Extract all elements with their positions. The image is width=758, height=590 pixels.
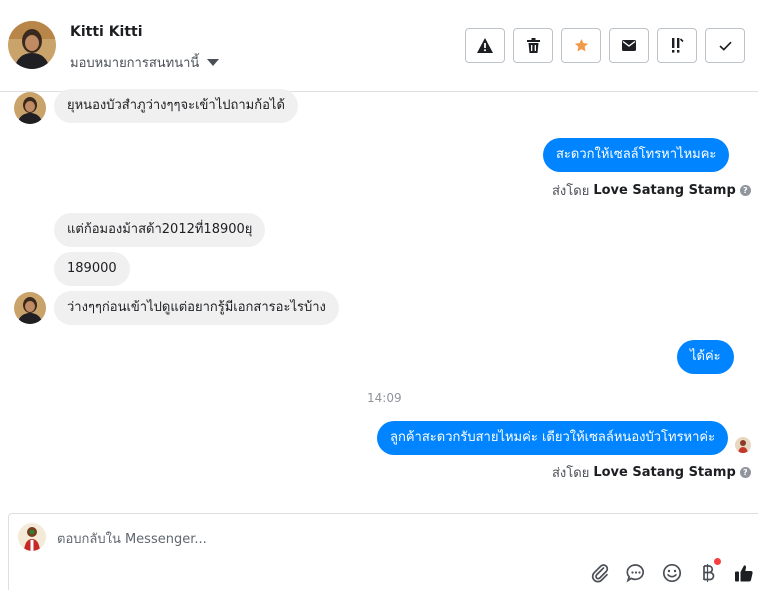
- assign-label: มอบหมายการสนทนานี้: [70, 56, 200, 71]
- caret-down-icon: [207, 59, 220, 66]
- contact-avatar-small[interactable]: [14, 92, 46, 124]
- sent-by-label: ส่งโดย Love Satang Stamp ?: [552, 180, 751, 201]
- delete-button[interactable]: [513, 28, 553, 63]
- payment-icon: [703, 564, 715, 582]
- notification-dot: [714, 558, 721, 565]
- help-icon[interactable]: ?: [739, 185, 751, 196]
- assign-conversation-dropdown[interactable]: มอบหมายการสนทนานี้: [70, 52, 220, 73]
- envelope-icon: [622, 40, 636, 51]
- sent-by-prefix: ส่งโดย: [552, 466, 590, 481]
- payment-button[interactable]: [697, 558, 721, 584]
- message-thread[interactable]: ยุหนองบัวสำภูว่างๆๆจะเข้าไปถามก้อได้ สะด…: [0, 89, 758, 512]
- emoji-icon: [662, 563, 682, 583]
- mark-unread-button[interactable]: [609, 28, 649, 63]
- conversation-toolbar: [465, 28, 745, 63]
- outgoing-message[interactable]: สะดวกให้เซลล์โทรหาไหมคะ: [543, 138, 730, 172]
- incoming-message[interactable]: ว่างๆๆก่อนเข้าไปดูแต่อยากรู้มีเอกสารอะไร…: [54, 291, 339, 325]
- emoji-button[interactable]: [661, 562, 683, 584]
- incoming-message[interactable]: 189000: [54, 252, 130, 286]
- sent-by-prefix: ส่งโดย: [552, 184, 590, 199]
- attachment-icon: [591, 564, 609, 583]
- outgoing-message[interactable]: ลูกค้าสะดวกรับสายไหมค่ะ เดียวให้เซลล์หนอ…: [377, 421, 729, 455]
- warning-icon: [477, 38, 493, 53]
- composer-tools: [589, 558, 755, 584]
- reply-composer: [8, 513, 758, 590]
- thumbs-up-icon: [735, 565, 753, 582]
- incoming-message[interactable]: ยุหนองบัวสำภูว่างๆๆจะเข้าไปถามก้อได้: [54, 89, 298, 123]
- saved-replies-button[interactable]: [625, 562, 647, 584]
- outgoing-message[interactable]: ได้ค่ะ: [677, 340, 734, 374]
- incoming-message[interactable]: แต่ก้อมองม้าสด้า2012ที่18900ยุ: [54, 213, 266, 247]
- check-icon: [718, 41, 732, 51]
- trash-icon: [526, 38, 540, 53]
- send-like-button[interactable]: [733, 562, 755, 584]
- mark-done-button[interactable]: [705, 28, 745, 63]
- saved-replies-icon: [626, 564, 645, 583]
- help-icon[interactable]: ?: [739, 467, 751, 478]
- contact-avatar[interactable]: [8, 21, 56, 69]
- contact-avatar-small[interactable]: [14, 292, 46, 324]
- contact-name[interactable]: Kitti Kitti: [70, 24, 143, 40]
- page-avatar: [18, 523, 46, 551]
- conversation-header: Kitti Kitti มอบหมายการสนทนานี้: [0, 0, 758, 92]
- follow-up-button[interactable]: [657, 28, 697, 63]
- sent-by-name[interactable]: Love Satang Stamp: [593, 183, 735, 198]
- messenger-conversation: Kitti Kitti มอบหมายการสนทนานี้ ยุหนองบัว…: [0, 0, 758, 590]
- attach-button[interactable]: [589, 562, 611, 584]
- report-spam-button[interactable]: [465, 28, 505, 63]
- star-icon: [574, 38, 588, 52]
- message-timestamp: 14:09: [367, 391, 402, 405]
- sent-by-label: ส่งโดย Love Satang Stamp ?: [552, 462, 751, 483]
- reply-input[interactable]: [57, 529, 597, 549]
- follow-up-icon: [672, 38, 684, 53]
- star-button[interactable]: [561, 28, 601, 63]
- sent-by-name[interactable]: Love Satang Stamp: [593, 465, 735, 480]
- seen-avatar: [735, 437, 751, 453]
